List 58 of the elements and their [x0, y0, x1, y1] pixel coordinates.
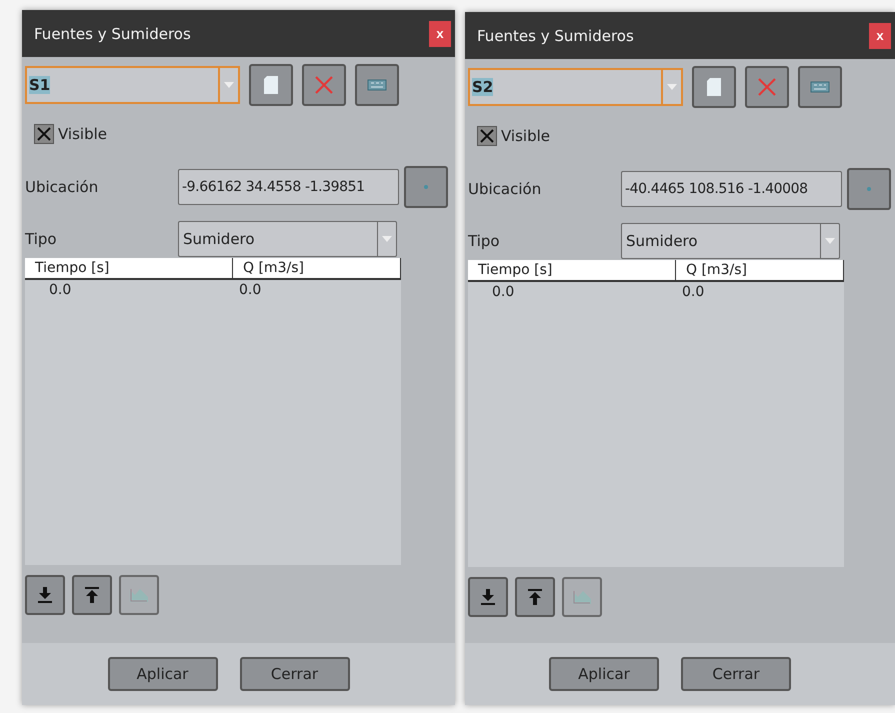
keyboard-button[interactable]: [355, 64, 399, 106]
type-dropdown[interactable]: Sumidero: [621, 223, 840, 259]
apply-button[interactable]: Aplicar: [549, 657, 659, 691]
table-cell-text: 0.0: [681, 283, 706, 300]
table-cell-text: 0.0: [238, 281, 262, 298]
close-button[interactable]: x: [869, 22, 891, 48]
apply-button[interactable]: Aplicar: [108, 657, 218, 691]
dropdown-arrow-icon: [825, 238, 835, 244]
field-label: Ubicación: [25, 178, 100, 196]
dropdown-arrow-icon: [667, 84, 677, 90]
type-dropdown[interactable]: Sumidero: [178, 221, 397, 257]
visible-checkbox[interactable]: [477, 126, 497, 146]
checkbox-label: Visible: [58, 125, 107, 143]
source-dropdown[interactable]: S2: [468, 68, 683, 106]
document-icon: [264, 76, 278, 94]
table-cell-text: 0.0: [491, 283, 516, 300]
cross-icon: [480, 129, 494, 143]
document-icon: [707, 78, 721, 96]
cross-icon: [37, 127, 51, 141]
keyboard-icon: [810, 81, 830, 93]
upload-button[interactable]: [72, 575, 112, 615]
close-dialog-button[interactable]: Cerrar: [240, 657, 350, 691]
upload-button[interactable]: [515, 577, 555, 617]
dot-icon: [424, 185, 428, 189]
download-icon: [481, 589, 495, 605]
location-field[interactable]: -40.4465 108.516 -1.40008: [621, 171, 842, 207]
new-button[interactable]: [249, 64, 293, 106]
checkbox-label: Visible: [501, 127, 550, 145]
dropdown-arrow-icon: [224, 82, 234, 88]
visible-checkbox[interactable]: [34, 124, 54, 144]
close-icon: [315, 76, 333, 94]
column-header[interactable]: Tiempo [s]: [25, 258, 233, 278]
table-cell-text: 0.0: [48, 281, 72, 298]
close-icon: [758, 78, 776, 96]
field-label: Ubicación: [468, 180, 542, 198]
keyboard-icon: [367, 79, 387, 91]
close-button[interactable]: x: [429, 20, 451, 46]
chart-icon: [573, 590, 591, 604]
chart-icon: [130, 588, 148, 602]
upload-icon: [528, 589, 542, 605]
download-button[interactable]: [468, 577, 508, 617]
keyboard-button[interactable]: [798, 66, 842, 108]
download-icon: [38, 587, 52, 603]
column-header[interactable]: Q [m3/s]: [233, 258, 401, 278]
upload-icon: [85, 587, 99, 603]
column-header[interactable]: Q [m3/s]: [676, 260, 844, 280]
download-button[interactable]: [25, 575, 65, 615]
window-title: Fuentes y Sumideros: [34, 24, 191, 42]
dot-icon: [867, 187, 871, 191]
source-dropdown[interactable]: S1: [25, 66, 240, 104]
field-label: Tipo: [25, 230, 58, 248]
location-field[interactable]: -9.66162 34.4558 -1.39851: [178, 169, 399, 205]
new-button[interactable]: [692, 66, 736, 108]
close-dialog-button[interactable]: Cerrar: [681, 657, 791, 691]
column-header[interactable]: Tiempo [s]: [468, 260, 676, 280]
field-label: Tipo: [468, 232, 501, 250]
window-title: Fuentes y Sumideros: [477, 26, 634, 44]
dropdown-arrow-icon: [382, 236, 392, 242]
